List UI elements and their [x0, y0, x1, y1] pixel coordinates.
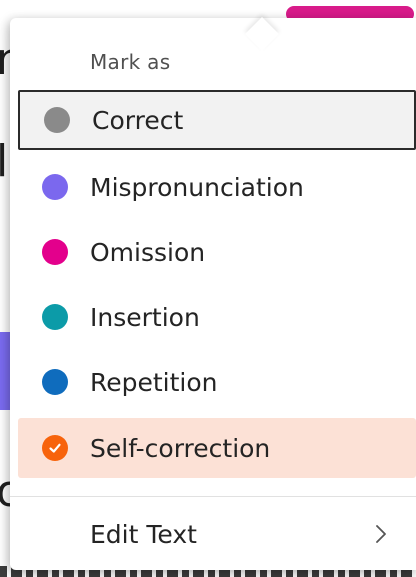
correct-dot-icon [44, 107, 70, 133]
menu-item-label: Insertion [90, 302, 200, 332]
menu-item-omission[interactable]: Omission [18, 222, 416, 282]
menu-item-label: Edit Text [90, 519, 197, 549]
menu-item-insertion[interactable]: Insertion [18, 287, 416, 347]
background-text-fragment: l [0, 136, 9, 187]
mark-as-context-menu: Mark as Correct Mispronunciation Omissio… [10, 17, 416, 570]
menu-item-repetition[interactable]: Repetition [18, 352, 416, 412]
menu-item-label: Omission [90, 237, 206, 267]
checkmark-icon [42, 435, 68, 461]
menu-divider [10, 496, 416, 497]
menu-item-mispronunciation[interactable]: Mispronunciation [18, 157, 416, 217]
chevron-right-icon [374, 523, 388, 549]
menu-item-label: Mispronunciation [90, 172, 304, 202]
menu-header: Mark as [90, 50, 171, 74]
menu-item-edit-text[interactable]: Edit Text [18, 506, 416, 562]
menu-pointer [245, 17, 279, 51]
menu-item-correct[interactable]: Correct [18, 90, 416, 150]
mispronunciation-dot-icon [42, 174, 68, 200]
insertion-dot-icon [42, 304, 68, 330]
menu-item-label: Correct [92, 105, 184, 135]
menu-item-label: Self-correction [90, 433, 271, 463]
menu-item-self-correction[interactable]: Self-correction [18, 418, 416, 478]
omission-dot-icon [42, 239, 68, 265]
menu-item-label: Repetition [90, 367, 218, 397]
repetition-dot-icon [42, 369, 68, 395]
